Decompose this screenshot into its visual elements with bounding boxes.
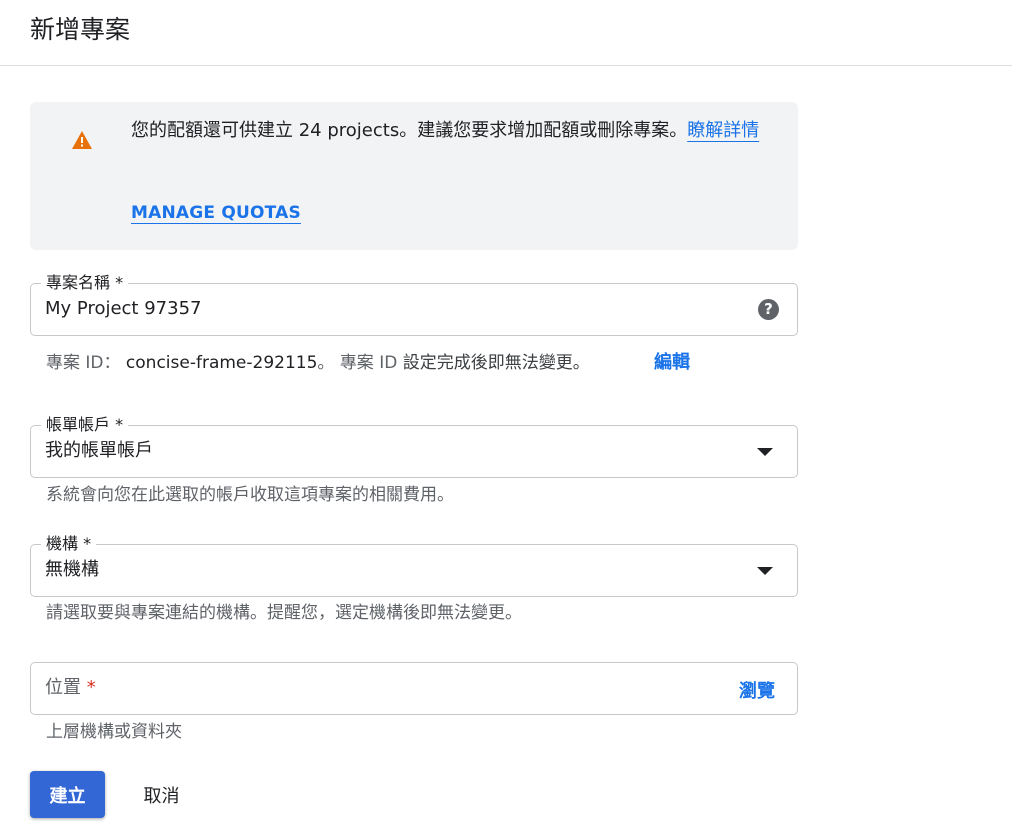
dropdown-arrow-icon[interactable] [757,567,773,575]
help-icon[interactable]: ? [758,299,779,320]
edit-project-id-link[interactable]: 編輯 [654,352,690,374]
project-name-label: 專案名稱 * [41,273,129,293]
page-title: 新增專案 [30,15,131,44]
browse-button[interactable]: 瀏覽 [739,677,775,703]
project-id-separator: 。 [317,353,335,373]
billing-account-hint: 系統會向您在此選取的帳戶收取這項專案的相關費用。 [46,485,454,505]
billing-account-value: 我的帳單帳戶 [45,440,153,461]
create-button[interactable]: 建立 [30,771,105,818]
quota-message: 您的配額還可供建立 24 projects。建議您要求增加配額或刪除專案。 [131,120,688,141]
location-placeholder-text: 位置 [45,677,81,698]
project-id-value: concise-frame-292115 [125,353,318,373]
organization-hint: 請選取要與專案連結的機構。提醒您，選定機構後即無法變更。 [46,603,522,623]
project-name-input[interactable]: My Project 97357 [45,298,201,320]
manage-quotas-link[interactable]: MANAGE QUOTAS [131,203,301,223]
location-placeholder: 位置 * [45,677,96,699]
warning-icon [72,131,92,149]
location-hint: 上層機構或資料夾 [46,722,182,742]
dropdown-arrow-icon[interactable] [757,448,773,456]
billing-account-label: 帳單帳戶 * [41,415,129,435]
quota-notice-text: 您的配額還可供建立 24 projects。建議您要求增加配額或刪除專案。瞭解詳… [131,116,771,146]
project-id-note-prefix: 專案 ID [339,353,398,373]
location-field[interactable]: 位置 * 瀏覽 [30,662,798,715]
organization-label: 機構 * [41,534,97,554]
organization-select[interactable]: 機構 * 無機構 [30,534,798,597]
cancel-button[interactable]: 取消 [124,771,199,818]
project-id-row: 專案 ID： concise-frame-292115。 專案 ID 設定完成後… [46,352,590,374]
project-id-prefix: 專案 ID： [46,353,121,373]
project-id-note: 設定完成後即無法變更。 [397,353,590,373]
organization-value: 無機構 [45,559,99,580]
required-mark: * [86,677,96,698]
learn-more-link[interactable]: 瞭解詳情 [687,120,759,141]
page-header: 新增專案 [0,0,1012,66]
project-name-field[interactable]: 專案名稱 * My Project 97357 ? [30,273,798,336]
billing-account-select[interactable]: 帳單帳戶 * 我的帳單帳戶 [30,415,798,478]
quota-notice: 您的配額還可供建立 24 projects。建議您要求增加配額或刪除專案。瞭解詳… [30,102,798,250]
